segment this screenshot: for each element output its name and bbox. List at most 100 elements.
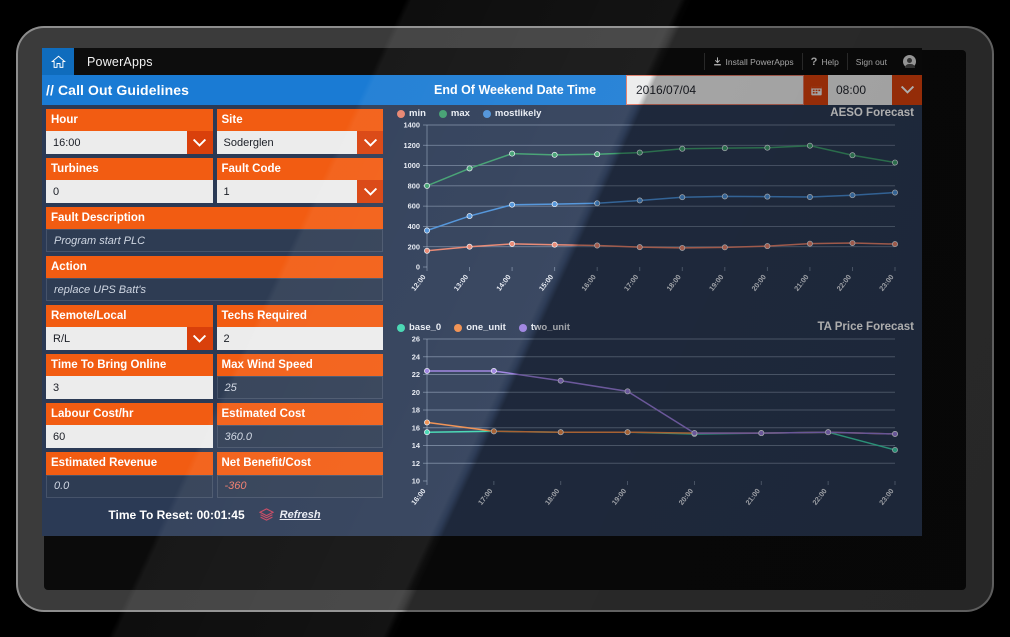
install-powerapps-button[interactable]: Install PowerApps	[703, 53, 802, 70]
svg-text:18: 18	[412, 406, 420, 415]
field-label: Estimated Revenue	[46, 452, 213, 475]
svg-text:12:00: 12:00	[409, 273, 427, 293]
field-fault-description: Fault Description Program start PLC	[46, 207, 383, 253]
home-icon[interactable]	[42, 48, 74, 75]
field-net-benefit-cost: Net Benefit/Cost -360	[216, 452, 383, 498]
legend-label: base_0	[409, 322, 442, 333]
sign-out-button[interactable]: Sign out	[846, 53, 895, 70]
estimated-cost-value: 360.0	[216, 425, 383, 449]
legend-item-base0[interactable]: base_0	[397, 322, 441, 333]
legend-swatch	[482, 109, 491, 118]
chevron-down-icon[interactable]	[186, 131, 213, 155]
field-action: Action replace UPS Batt's	[46, 256, 383, 302]
date-input[interactable]: 2016/07/04	[626, 75, 804, 105]
svg-text:20:00: 20:00	[750, 273, 768, 293]
page-title: // Call Out Guidelines	[46, 82, 189, 98]
turbines-input[interactable]: 0	[46, 180, 213, 204]
chevron-down-icon[interactable]	[892, 75, 922, 105]
svg-text:23:00: 23:00	[877, 273, 895, 293]
field-label: Fault Code	[216, 158, 383, 181]
field-label: Time To Bring Online	[46, 354, 213, 377]
time-to-bring-online-input[interactable]: 3	[46, 376, 213, 400]
svg-text:24: 24	[412, 352, 421, 361]
chevron-down-icon[interactable]	[357, 131, 383, 155]
datetime-picker-group: 2016/07/04 08:00	[626, 75, 922, 105]
legend-item-min[interactable]: min	[397, 108, 426, 119]
install-powerapps-label: Install PowerApps	[725, 56, 794, 67]
calendar-icon[interactable]	[804, 75, 828, 105]
field-techs-required: Techs Required 2	[216, 305, 383, 351]
account-avatar-button[interactable]	[895, 53, 922, 70]
net-benefit-cost-value: -360	[216, 474, 383, 498]
svg-text:18:00: 18:00	[543, 487, 561, 507]
svg-text:1200: 1200	[404, 141, 420, 150]
field-time-to-bring-online: Time To Bring Online 3	[46, 354, 213, 400]
legend-swatch	[518, 323, 527, 332]
field-label: Action	[46, 256, 383, 279]
legend-swatch	[397, 323, 405, 332]
svg-text:14:00: 14:00	[494, 273, 512, 293]
svg-text:1000: 1000	[404, 161, 420, 170]
app-header-bar: // Call Out Guidelines End Of Weekend Da…	[42, 75, 922, 105]
field-label: Fault Description	[46, 207, 383, 230]
field-value: 1	[223, 185, 230, 198]
account-avatar-icon	[903, 55, 916, 68]
hour-dropdown[interactable]: 16:00	[46, 131, 213, 155]
ta-plot-area: 10 12 14 16 18 20 22 24 26 16:00 17:00 18:00 19:00 20…	[409, 335, 898, 507]
form-row: Time To Bring Online 3 Max Wind Speed 25	[46, 354, 383, 400]
legend-label: two_unit	[530, 322, 570, 333]
techs-required-input[interactable]: 2	[216, 327, 383, 351]
datetime-label: End Of Weekend Date Time	[434, 83, 597, 97]
svg-text:12: 12	[412, 459, 420, 468]
screenshot-stage: PowerApps Install PowerApps ? Help Sign …	[0, 0, 1010, 637]
field-label: Turbines	[46, 158, 213, 181]
svg-text:600: 600	[408, 202, 420, 211]
legend-label: min	[409, 108, 426, 119]
sign-out-label: Sign out	[855, 56, 887, 67]
layers-diamond-icon	[258, 508, 274, 521]
chevron-down-icon[interactable]	[357, 180, 383, 204]
refresh-button[interactable]: Refresh	[258, 508, 321, 521]
estimated-revenue-value: 0.0	[46, 474, 213, 498]
aeso-forecast-chart: min max mostlikely AESO Forecast 0 200 400…	[383, 105, 922, 319]
field-value: R/L	[53, 332, 71, 345]
field-label: Estimated Cost	[216, 403, 383, 426]
svg-text:26: 26	[412, 335, 420, 344]
svg-text:17:00: 17:00	[622, 273, 640, 293]
form-row: Remote/Local R/L Techs Required 2	[46, 305, 383, 351]
form-row: Estimated Revenue 0.0 Net Benefit/Cost -…	[46, 452, 383, 498]
svg-text:400: 400	[408, 222, 420, 231]
chevron-down-icon[interactable]	[186, 327, 213, 351]
form-row: Turbines 0 Fault Code 1	[46, 158, 383, 204]
time-input[interactable]: 08:00	[828, 75, 892, 105]
field-label: Remote/Local	[46, 305, 213, 328]
powerapps-title: PowerApps	[87, 54, 153, 69]
charts-panel: min max mostlikely AESO Forecast 0 200 400…	[383, 105, 922, 533]
legend-item-two-unit[interactable]: two_unit	[518, 322, 570, 333]
field-labour-cost: Labour Cost/hr 60	[46, 403, 213, 449]
field-label: Max Wind Speed	[216, 354, 383, 377]
help-button[interactable]: ? Help	[801, 53, 847, 70]
svg-text:22: 22	[412, 370, 420, 379]
powerapps-top-bar: PowerApps Install PowerApps ? Help Sign …	[42, 48, 922, 75]
svg-text:22:00: 22:00	[835, 273, 853, 293]
svg-text:22:00: 22:00	[810, 487, 828, 507]
app-body: Hour 16:00 Site Soderglen Turbines 0 Fau…	[42, 105, 922, 533]
svg-text:20:00: 20:00	[677, 487, 695, 507]
svg-text:19:00: 19:00	[707, 273, 725, 293]
field-site: Site Soderglen	[216, 109, 383, 155]
labour-cost-input[interactable]: 60	[46, 425, 213, 449]
fault-code-dropdown[interactable]: 1	[216, 180, 383, 204]
powerapps-app-screen: PowerApps Install PowerApps ? Help Sign …	[42, 48, 922, 536]
remote-local-dropdown[interactable]: R/L	[46, 327, 213, 351]
svg-text:16:00: 16:00	[409, 487, 427, 507]
question-mark-icon: ?	[810, 55, 818, 68]
legend-item-max[interactable]: max	[438, 108, 470, 119]
legend-item-one-unit[interactable]: one_unit	[454, 322, 506, 333]
legend-item-mostlikely[interactable]: mostlikely	[482, 108, 542, 119]
legend-label: mostlikely	[494, 108, 542, 119]
field-label: Site	[216, 109, 383, 132]
action-value: replace UPS Batt's	[46, 278, 383, 302]
site-dropdown[interactable]: Soderglen	[216, 131, 383, 155]
field-estimated-revenue: Estimated Revenue 0.0	[46, 452, 213, 498]
